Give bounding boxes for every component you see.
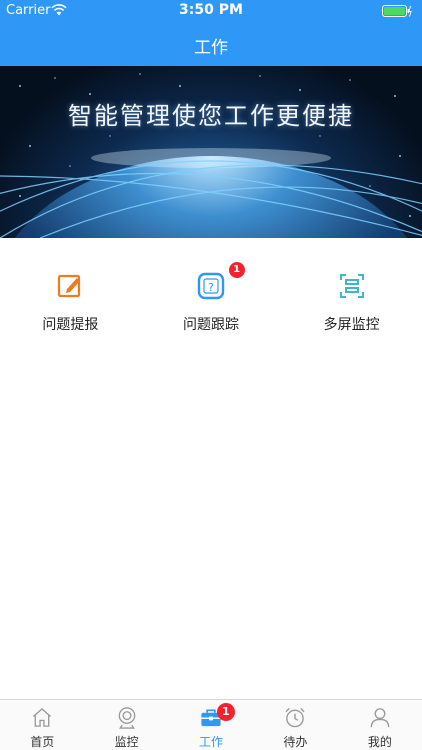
tab-label: 监控 (114, 735, 139, 749)
tab-todo[interactable]: 待办 (253, 700, 337, 750)
action-multi-screen-monitor[interactable]: 多屏监控 (281, 262, 422, 342)
tab-label: 工作 (199, 735, 224, 749)
tab-home[interactable]: 首页 (0, 700, 84, 750)
edit-icon (58, 274, 81, 298)
home-icon (33, 707, 52, 727)
alarm-clock-icon (285, 707, 306, 728)
svg-text:?: ? (208, 281, 214, 294)
banner-image[interactable]: 智能管理使您工作更便捷 (0, 66, 422, 238)
page-title: 工作 (194, 38, 228, 58)
tab-label: 首页 (30, 735, 55, 749)
quick-actions: 问题提报 ? 问题跟踪 1 多屏监控 (0, 262, 422, 342)
tab-bar: 首页 监控 工作 1 待办 我的 (0, 699, 422, 750)
tab-work[interactable]: 工作 1 (169, 700, 253, 750)
camera-icon (118, 707, 135, 729)
notification-badge: 1 (228, 262, 245, 278)
tab-label: 我的 (367, 735, 392, 749)
user-icon (370, 708, 390, 728)
action-issue-tracking[interactable]: ? 问题跟踪 1 (141, 262, 282, 342)
clock: 3:50 PM (179, 2, 243, 18)
earth-network-illustration (0, 73, 422, 238)
header: Carrier 3:50 PM 工作 (0, 0, 422, 66)
action-label: 问题提报 (42, 317, 99, 333)
banner-slogan: 智能管理使您工作更便捷 (68, 102, 354, 130)
question-icon: ? (197, 272, 225, 300)
tab-mine[interactable]: 我的 (338, 700, 422, 750)
action-label: 问题跟踪 (182, 317, 239, 333)
action-issue-report[interactable]: 问题提报 (0, 262, 141, 342)
tab-label: 待办 (283, 735, 308, 749)
notification-badge: 1 (216, 703, 235, 721)
tab-monitor[interactable]: 监控 (84, 700, 168, 750)
action-label: 多屏监控 (323, 317, 380, 333)
scan-icon (339, 274, 364, 298)
battery-icon (382, 5, 412, 17)
status-bar: Carrier 3:50 PM (0, 0, 422, 22)
